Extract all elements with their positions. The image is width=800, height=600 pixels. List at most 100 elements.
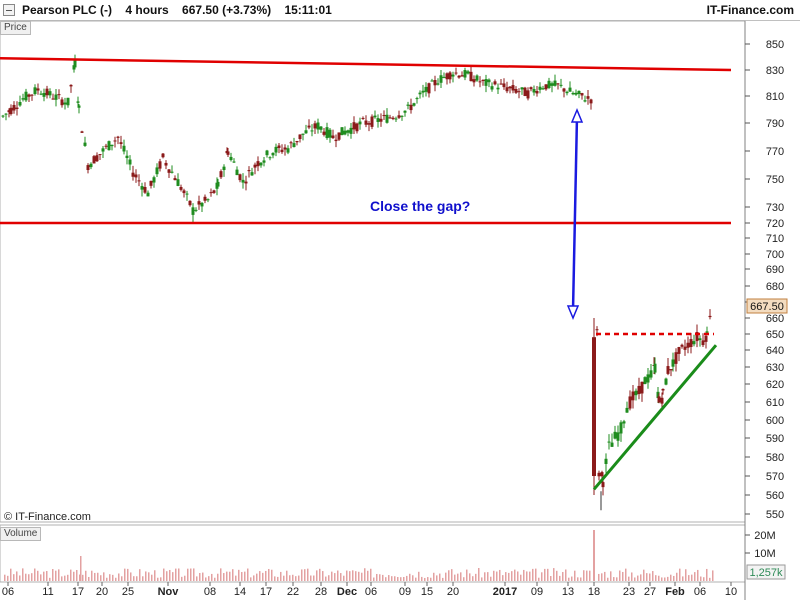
candle-body <box>331 135 335 139</box>
volume-bar <box>49 577 51 581</box>
candle-body <box>646 374 650 383</box>
price-tick-label: 640 <box>766 345 784 357</box>
candle-body <box>209 192 213 194</box>
candle-body <box>280 149 284 153</box>
volume-bar <box>466 569 468 581</box>
volume-bar <box>406 575 408 581</box>
candle-body <box>397 115 401 118</box>
volume-tick-label: 10M <box>754 548 775 560</box>
candle-body <box>505 87 509 92</box>
candle-body <box>355 123 359 132</box>
volume-bar <box>625 568 627 581</box>
candle-body <box>334 139 338 142</box>
volume-bar <box>487 572 489 581</box>
candle-body <box>412 103 416 106</box>
candle-body <box>167 169 171 173</box>
volume-bar <box>676 572 678 581</box>
price-tick-label: 590 <box>766 433 784 445</box>
time-tick-label: Feb <box>665 586 685 598</box>
volume-bar <box>121 576 123 581</box>
volume-bar <box>277 576 279 581</box>
volume-bar <box>136 576 138 581</box>
volume-bar <box>151 574 153 581</box>
volume-bar <box>352 570 354 581</box>
candle-body <box>125 155 129 159</box>
volume-bar <box>103 572 105 581</box>
candle-body <box>76 101 80 103</box>
candle-body <box>484 79 488 86</box>
candle-body <box>475 75 479 81</box>
volume-bar <box>106 577 108 581</box>
candle-body <box>352 122 356 130</box>
volume-bar <box>544 568 546 581</box>
volume-bar <box>361 572 363 581</box>
candle-body <box>517 91 521 93</box>
volume-bar <box>628 576 630 581</box>
volume-bar <box>286 570 288 581</box>
candle-body <box>481 79 485 81</box>
candle-body <box>421 90 425 93</box>
volume-bar <box>421 576 423 581</box>
price-tick-label: 650 <box>766 329 784 341</box>
price-panel-label: Price <box>0 21 31 35</box>
candle-body <box>212 190 216 193</box>
candle-body <box>298 134 302 140</box>
volume-bar <box>538 577 540 581</box>
volume-bar <box>211 573 213 581</box>
price-tick-label: 810 <box>766 91 784 103</box>
price-tick-label: 770 <box>766 146 784 158</box>
candle-body <box>604 458 608 464</box>
candle-body <box>316 122 320 130</box>
volume-bar <box>223 573 225 581</box>
volume-bar <box>547 568 549 581</box>
volume-bar <box>451 569 453 581</box>
volume-bar <box>607 577 609 581</box>
volume-bar <box>640 574 642 581</box>
volume-bar <box>175 568 177 581</box>
volume-bar <box>418 571 420 581</box>
price-tick-label: 680 <box>766 281 784 293</box>
volume-bar <box>520 574 522 581</box>
volume-bar <box>508 572 510 581</box>
candle-body <box>179 186 183 190</box>
candle-body <box>469 71 473 82</box>
candle-body <box>349 127 353 134</box>
time-tick-label: 23 <box>623 586 635 598</box>
candle-body <box>689 339 693 348</box>
volume-bar <box>70 569 72 581</box>
volume-bar <box>244 571 246 581</box>
price-tick-label: 730 <box>766 202 784 214</box>
price-panel-bg <box>0 20 746 523</box>
volume-bar <box>163 568 165 581</box>
candle-body <box>547 80 551 88</box>
candle-body <box>448 72 452 80</box>
volume-bar <box>634 577 636 581</box>
volume-bar <box>391 576 393 581</box>
volume-bar <box>334 573 336 581</box>
volume-bar <box>637 575 639 581</box>
candle-body <box>385 114 389 123</box>
volume-bar <box>415 577 417 581</box>
candle-body <box>1 115 5 117</box>
volume-panel-bg <box>0 524 746 583</box>
volume-bar <box>364 568 366 581</box>
candle-body <box>295 140 299 143</box>
chart-canvas[interactable]: 8508308107907707507307207107006906806706… <box>0 0 800 600</box>
candle-body <box>445 73 449 80</box>
candle-body <box>54 94 58 100</box>
volume-bar <box>337 570 339 581</box>
volume-bar <box>13 574 15 581</box>
candle-body <box>559 84 563 86</box>
candle-body <box>367 123 371 125</box>
candle-body <box>406 104 410 106</box>
time-tick-label: 28 <box>315 586 327 598</box>
volume-bar <box>313 575 315 581</box>
candle-body <box>131 172 135 177</box>
time-tick-label: 18 <box>588 586 600 598</box>
candle-body <box>568 87 572 92</box>
volume-bar <box>703 577 705 581</box>
candle-body <box>686 342 690 348</box>
candle-body <box>704 335 708 342</box>
volume-bar <box>262 572 264 581</box>
candle-body <box>430 80 434 82</box>
